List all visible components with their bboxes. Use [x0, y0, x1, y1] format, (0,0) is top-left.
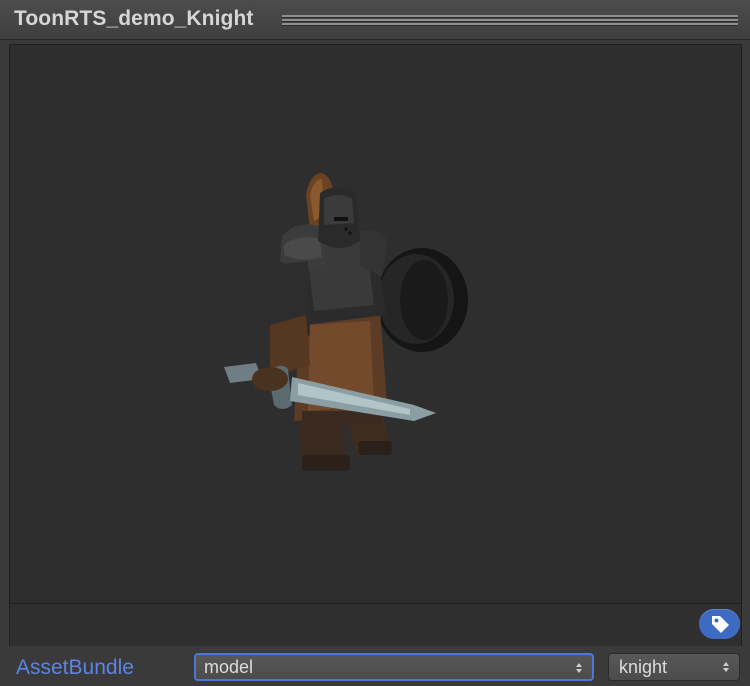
- select-arrows-icon: [723, 662, 729, 672]
- assetbundle-variant-value: knight: [619, 657, 668, 677]
- assetbundle-variant-dropdown[interactable]: knight: [608, 653, 740, 681]
- window-header: ToonRTS_demo_Knight: [0, 0, 750, 40]
- assetbundle-footer: AssetBundle model knight: [0, 646, 750, 686]
- preview-bottom-strip: [9, 604, 742, 646]
- select-arrows-icon: [576, 663, 582, 673]
- assetbundle-label: AssetBundle: [16, 656, 134, 679]
- assetbundle-name-dropdown[interactable]: model: [194, 653, 594, 681]
- asset-title: ToonRTS_demo_Knight: [14, 7, 254, 30]
- tag-icon: [711, 616, 729, 633]
- knight-model: [224, 173, 468, 471]
- assetbundle-name-value: model: [204, 657, 254, 677]
- header-rule-lines: [282, 15, 738, 27]
- asset-label-button[interactable]: [699, 609, 740, 639]
